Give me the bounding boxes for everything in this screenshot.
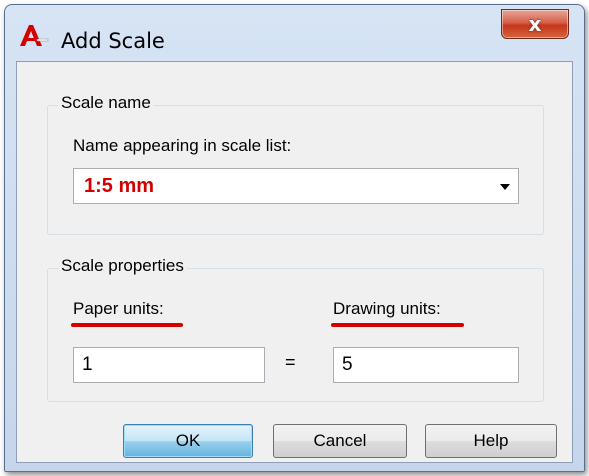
drawing-units-label: Drawing units: <box>333 299 441 318</box>
cancel-button[interactable]: Cancel <box>273 424 407 458</box>
add-scale-dialog: Add Scale x Scale name Name appearing in… <box>4 4 585 472</box>
dialog-body: Scale name Name appearing in scale list:… <box>16 61 573 463</box>
paper-units-underline <box>71 323 183 327</box>
close-button[interactable]: x <box>501 9 569 39</box>
drawing-units-input[interactable]: 5 <box>333 347 519 383</box>
title-bar[interactable]: Add Scale x <box>5 5 584 65</box>
help-button[interactable]: Help <box>425 424 557 458</box>
dropdown-arrow-icon[interactable] <box>500 184 510 190</box>
paper-units-value: 1 <box>82 354 93 375</box>
close-icon: x <box>528 12 542 36</box>
scale-name-combobox[interactable]: 1:5 mm <box>73 168 519 204</box>
equals-sign: = <box>285 352 296 372</box>
paper-units-input[interactable]: 1 <box>73 347 265 383</box>
ok-button[interactable]: OK <box>123 424 253 458</box>
window-title: Add Scale <box>61 29 165 53</box>
scale-name-field-label: Name appearing in scale list: <box>73 136 292 155</box>
scale-name-group-label: Scale name <box>58 93 154 113</box>
autocad-logo-icon <box>19 23 49 49</box>
drawing-units-value: 5 <box>342 354 353 375</box>
scale-properties-group-label: Scale properties <box>58 256 187 276</box>
drawing-units-underline <box>331 323 464 327</box>
scale-name-value: 1:5 mm <box>84 175 155 197</box>
paper-units-label: Paper units: <box>73 299 164 318</box>
